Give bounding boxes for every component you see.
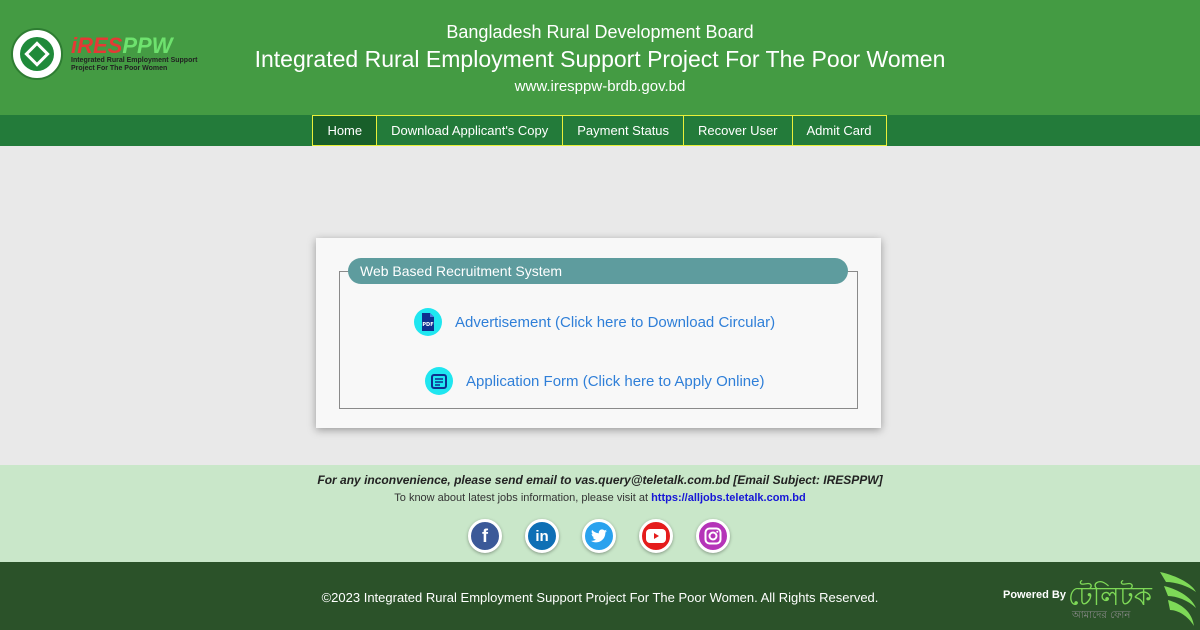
support-email-notice: For any inconvenience, please send email… (317, 473, 883, 487)
teletalk-logo[interactable]: টেলিটক আমাদের ফোন (1066, 572, 1200, 628)
youtube-icon[interactable] (639, 519, 673, 553)
footer-contact: For any inconvenience, please send email… (0, 465, 1200, 562)
nav-menu: Home Download Applicant's Copy Payment S… (312, 115, 887, 146)
organization-name: Bangladesh Rural Development Board (446, 22, 754, 42)
nav-payment-status[interactable]: Payment Status (562, 115, 685, 146)
jobs-info: To know about latest jobs information, p… (0, 492, 1200, 504)
main-navbar: Home Download Applicant's Copy Payment S… (0, 115, 1200, 146)
facebook-icon[interactable]: f (468, 519, 502, 553)
advertisement-link[interactable]: PDF Advertisement (Click here to Downloa… (414, 308, 775, 336)
site-header: iRESPPW Integrated Rural Employment Supp… (0, 0, 1200, 115)
recruitment-card: Web Based Recruitment System PDF Adverti… (316, 238, 881, 428)
alljobs-link[interactable]: https://alljobs.teletalk.com.bd (651, 492, 806, 504)
page-title: Integrated Rural Employment Support Proj… (254, 46, 946, 72)
linkedin-icon[interactable]: in (525, 519, 559, 553)
nav-recover-user[interactable]: Recover User (683, 115, 793, 146)
twitter-icon[interactable] (582, 519, 616, 553)
site-url: www.iresppw-brdb.gov.bd (514, 78, 686, 95)
svg-text:PDF: PDF (422, 322, 433, 328)
advertisement-link-text[interactable]: Advertisement (Click here to Download Ci… (455, 314, 775, 331)
jobs-info-text: To know about latest jobs information, p… (394, 492, 649, 504)
fieldset-legend: Web Based Recruitment System (348, 258, 848, 284)
site-footer: ©2023 Integrated Rural Employment Suppor… (0, 562, 1200, 630)
teletalk-tagline: আমাদের ফোন (1072, 610, 1131, 621)
application-form-link[interactable]: Application Form (Click here to Apply On… (425, 367, 764, 395)
nav-download-applicants-copy[interactable]: Download Applicant's Copy (376, 115, 564, 146)
teletalk-swoosh-icon (1160, 572, 1196, 626)
form-icon (425, 367, 453, 395)
instagram-icon[interactable] (696, 519, 730, 553)
application-form-link-text[interactable]: Application Form (Click here to Apply On… (466, 373, 764, 390)
header-titles: Bangladesh Rural Development Board Integ… (0, 20, 1200, 98)
nav-admit-card[interactable]: Admit Card (791, 115, 887, 146)
social-links: f in (468, 519, 730, 553)
powered-by-label: Powered By (1003, 589, 1066, 601)
pdf-icon: PDF (414, 308, 442, 336)
nav-home[interactable]: Home (312, 115, 378, 146)
